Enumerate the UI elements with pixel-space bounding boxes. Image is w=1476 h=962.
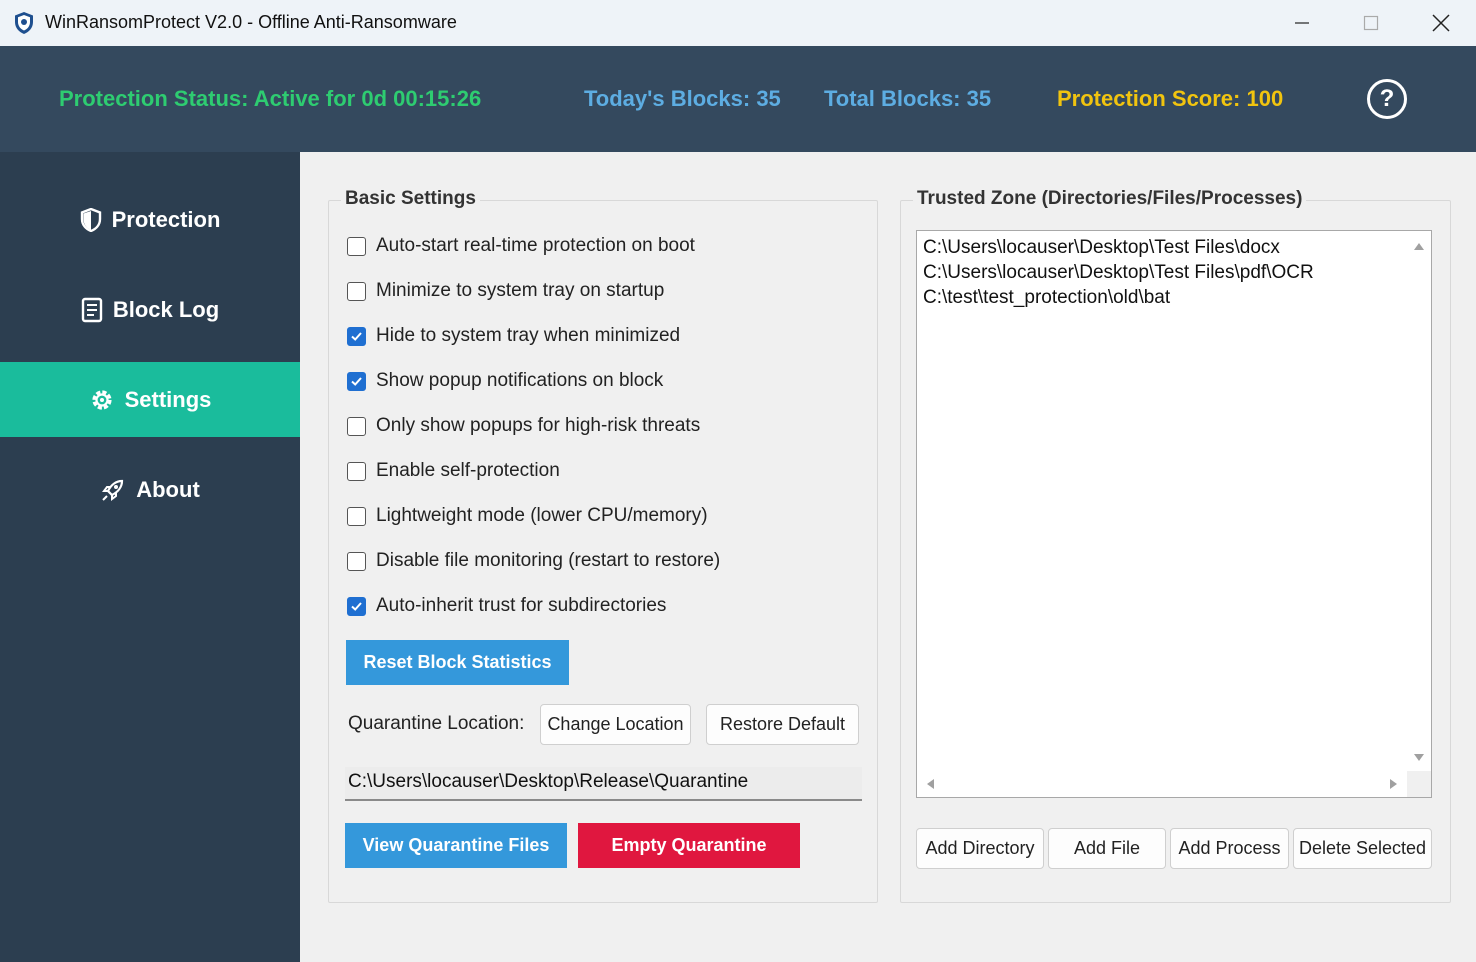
option-high-risk-popups[interactable]: Only show popups for high-risk threats <box>347 415 700 437</box>
title-bar: WinRansomProtect V2.0 - Offline Anti-Ran… <box>0 0 1476 46</box>
minimize-icon <box>1295 22 1309 24</box>
option-minimize-tray[interactable]: Minimize to system tray on startup <box>347 280 664 302</box>
close-button[interactable] <box>1411 0 1471 46</box>
sidebar: Protection Block Log Settings About <box>0 152 300 962</box>
option-label: Disable file monitoring (restart to rest… <box>376 550 721 571</box>
scroll-down-icon[interactable] <box>1413 753 1425 763</box>
option-label: Enable self-protection <box>376 460 560 481</box>
checkbox[interactable] <box>347 416 366 436</box>
checkbox-checked[interactable] <box>347 596 366 616</box>
quarantine-path-field[interactable]: C:\Users\locauser\Desktop\Release\Quaran… <box>345 767 862 801</box>
settings-panel: Basic Settings Auto-start real-time prot… <box>300 152 1476 962</box>
option-lightweight-mode[interactable]: Lightweight mode (lower CPU/memory) <box>347 505 708 527</box>
sidebar-item-label: About <box>136 476 200 502</box>
help-icon: ? <box>1379 85 1395 112</box>
checkmark-icon <box>351 331 362 341</box>
rocket-icon <box>100 477 126 503</box>
list-item[interactable]: C:\Users\locauser\Desktop\Test Files\pdf… <box>923 262 1314 284</box>
help-button[interactable]: ? <box>1367 79 1407 119</box>
checkmark-icon <box>351 376 362 386</box>
empty-quarantine-button[interactable]: Empty Quarantine <box>578 823 800 868</box>
view-quarantine-files-button[interactable]: View Quarantine Files <box>345 823 567 868</box>
checkbox[interactable] <box>347 551 366 571</box>
sidebar-item-label: Protection <box>111 206 221 232</box>
list-item[interactable]: C:\Users\locauser\Desktop\Test Files\doc… <box>923 237 1280 259</box>
shield-icon <box>80 207 102 232</box>
add-file-button[interactable]: Add File <box>1048 828 1166 869</box>
option-label: Minimize to system tray on startup <box>376 280 665 301</box>
trusted-zone-title: Trusted Zone (Directories/Files/Processe… <box>913 188 1307 210</box>
reset-block-statistics-button[interactable]: Reset Block Statistics <box>346 640 569 685</box>
add-process-button[interactable]: Add Process <box>1170 828 1289 869</box>
option-hide-tray[interactable]: Hide to system tray when minimized <box>347 325 680 347</box>
option-label: Auto-start real-time protection on boot <box>376 235 695 256</box>
checkbox[interactable] <box>347 506 366 526</box>
option-popup-notifications[interactable]: Show popup notifications on block <box>347 370 663 392</box>
minimize-button[interactable] <box>1272 0 1332 46</box>
quarantine-location-label: Quarantine Location: <box>348 713 525 734</box>
option-self-protection[interactable]: Enable self-protection <box>347 460 560 482</box>
scroll-left-icon[interactable] <box>925 778 935 790</box>
horizontal-scrollbar[interactable] <box>917 771 1407 797</box>
option-auto-inherit-trust[interactable]: Auto-inherit trust for subdirectories <box>347 595 666 617</box>
option-disable-monitoring[interactable]: Disable file monitoring (restart to rest… <box>347 550 720 572</box>
option-label: Show popup notifications on block <box>376 370 664 391</box>
checkbox-checked[interactable] <box>347 371 366 391</box>
basic-settings-title: Basic Settings <box>341 188 480 210</box>
protection-score: Protection Score: 100 <box>1057 86 1284 111</box>
log-icon <box>81 297 103 323</box>
sidebar-item-label: Block Log <box>112 296 220 322</box>
scroll-right-icon[interactable] <box>1389 778 1399 790</box>
checkbox-checked[interactable] <box>347 326 366 346</box>
vertical-scrollbar[interactable] <box>1407 231 1431 771</box>
status-header: Protection Status: Active for 0d 00:15:2… <box>0 46 1476 152</box>
gear-icon <box>89 387 115 413</box>
scroll-up-icon[interactable] <box>1413 241 1425 251</box>
total-blocks: Total Blocks: 35 <box>824 86 992 111</box>
restore-default-button[interactable]: Restore Default <box>706 704 859 745</box>
checkbox[interactable] <box>347 281 366 301</box>
scrollbar-corner <box>1407 771 1431 797</box>
sidebar-item-label: Settings <box>124 386 212 412</box>
option-label: Hide to system tray when minimized <box>376 325 681 346</box>
option-auto-start[interactable]: Auto-start real-time protection on boot <box>347 235 695 257</box>
app-shield-icon <box>15 12 33 34</box>
trusted-zone-list[interactable]: C:\Users\locauser\Desktop\Test Files\doc… <box>916 230 1432 798</box>
checkmark-icon <box>351 601 362 611</box>
protection-status: Protection Status: Active for 0d 00:15:2… <box>59 86 482 111</box>
delete-selected-button[interactable]: Delete Selected <box>1293 828 1432 869</box>
option-label: Auto-inherit trust for subdirectories <box>376 595 667 616</box>
option-label: Lightweight mode (lower CPU/memory) <box>376 505 708 526</box>
todays-blocks: Today's Blocks: 35 <box>584 86 781 111</box>
checkbox[interactable] <box>347 236 366 256</box>
checkbox[interactable] <box>347 461 366 481</box>
sidebar-item-settings[interactable]: Settings <box>0 362 300 437</box>
close-icon <box>1432 14 1450 32</box>
sidebar-item-protection[interactable]: Protection <box>0 182 300 257</box>
sidebar-item-about[interactable]: About <box>0 452 300 527</box>
maximize-icon <box>1363 15 1379 31</box>
list-item[interactable]: C:\test\test_protection\old\bat <box>923 287 1170 309</box>
change-location-button[interactable]: Change Location <box>540 704 691 745</box>
maximize-button[interactable] <box>1341 0 1401 46</box>
add-directory-button[interactable]: Add Directory <box>916 828 1044 869</box>
window-title: WinRansomProtect V2.0 - Offline Anti-Ran… <box>45 12 457 32</box>
option-label: Only show popups for high-risk threats <box>376 415 701 436</box>
sidebar-item-block-log[interactable]: Block Log <box>0 272 300 347</box>
